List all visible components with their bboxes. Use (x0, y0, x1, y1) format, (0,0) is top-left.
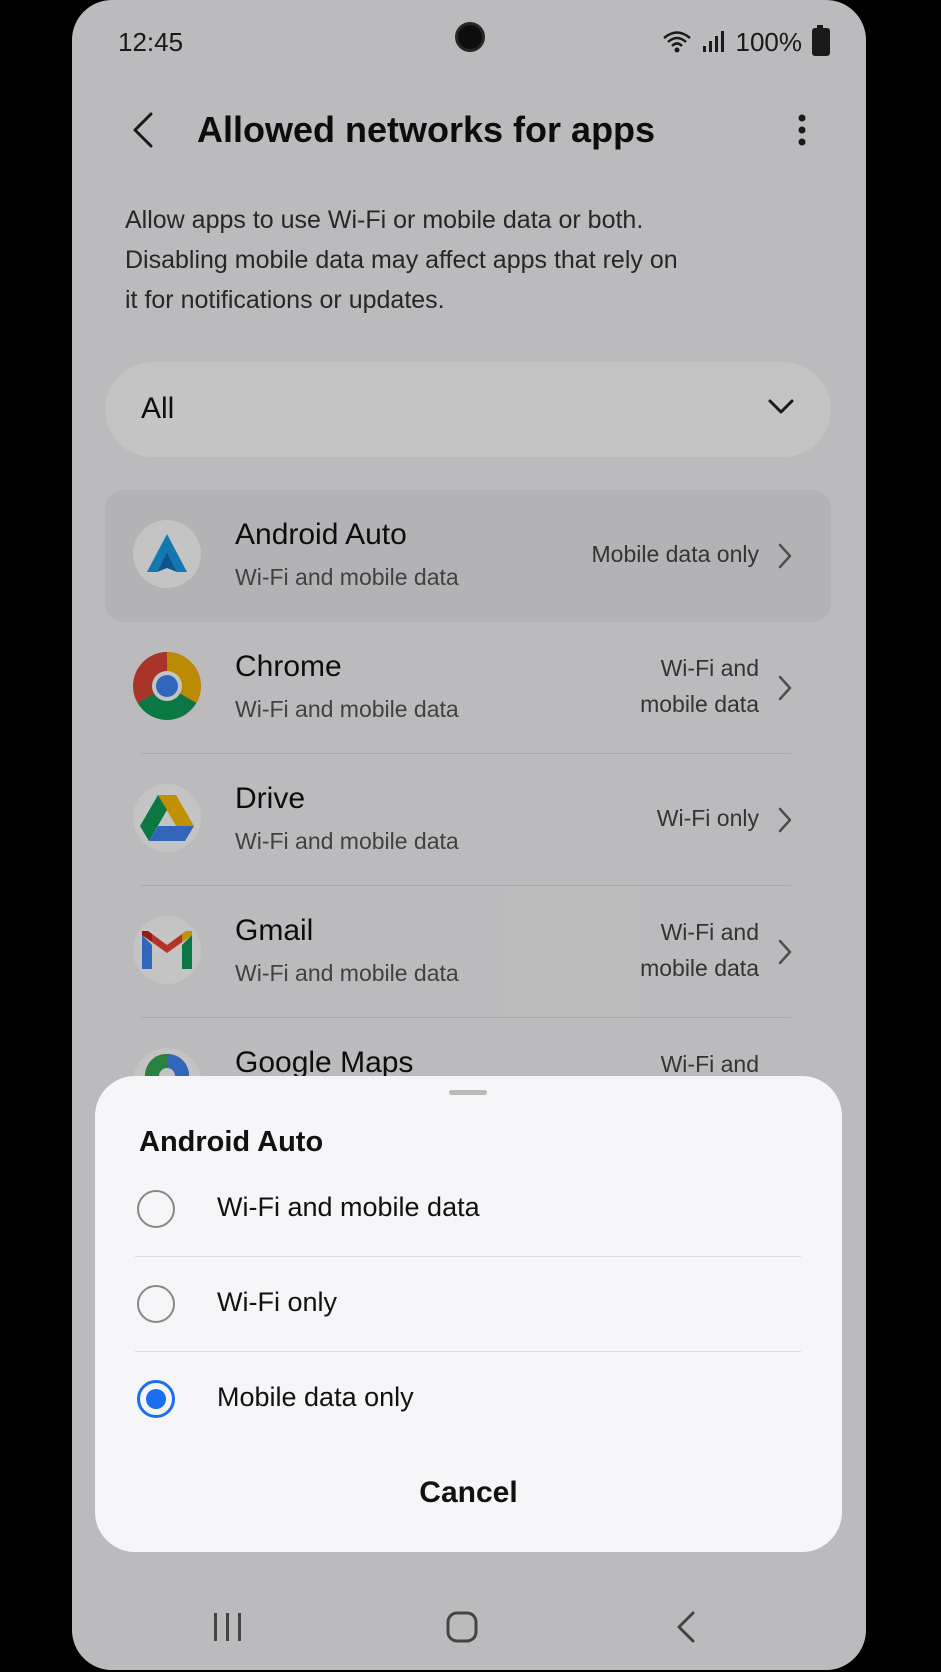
home-icon (446, 1611, 478, 1643)
network-options-sheet: Android Auto Wi-Fi and mobile data Wi-Fi… (95, 1076, 842, 1552)
option-label: Mobile data only (217, 1382, 414, 1412)
option-wifi-only[interactable]: Wi-Fi only (135, 1257, 801, 1352)
option-mobile-data-only[interactable]: Mobile data only (135, 1352, 801, 1447)
recent-apps-button[interactable] (198, 1605, 258, 1649)
radio-button-selected[interactable] (137, 1380, 175, 1418)
phone-screen: 12:45 100% Allowed networks for apps All… (72, 0, 866, 1670)
radio-button[interactable] (137, 1190, 175, 1228)
sheet-title: Android Auto (139, 1126, 324, 1158)
recent-apps-icon (214, 1613, 241, 1641)
option-label: Wi-Fi only (217, 1287, 337, 1317)
back-nav-icon (677, 1611, 695, 1643)
radio-button[interactable] (137, 1285, 175, 1323)
back-nav-button[interactable] (656, 1605, 716, 1649)
home-button[interactable] (432, 1605, 492, 1649)
option-label: Wi-Fi and mobile data (217, 1192, 480, 1222)
settings-screen: 12:45 100% Allowed networks for apps All… (72, 0, 866, 1670)
cancel-button[interactable]: Cancel (95, 1476, 842, 1510)
sheet-drag-handle[interactable] (449, 1090, 487, 1095)
option-wifi-and-mobile-data[interactable]: Wi-Fi and mobile data (135, 1162, 801, 1257)
navigation-bar (72, 1595, 866, 1655)
